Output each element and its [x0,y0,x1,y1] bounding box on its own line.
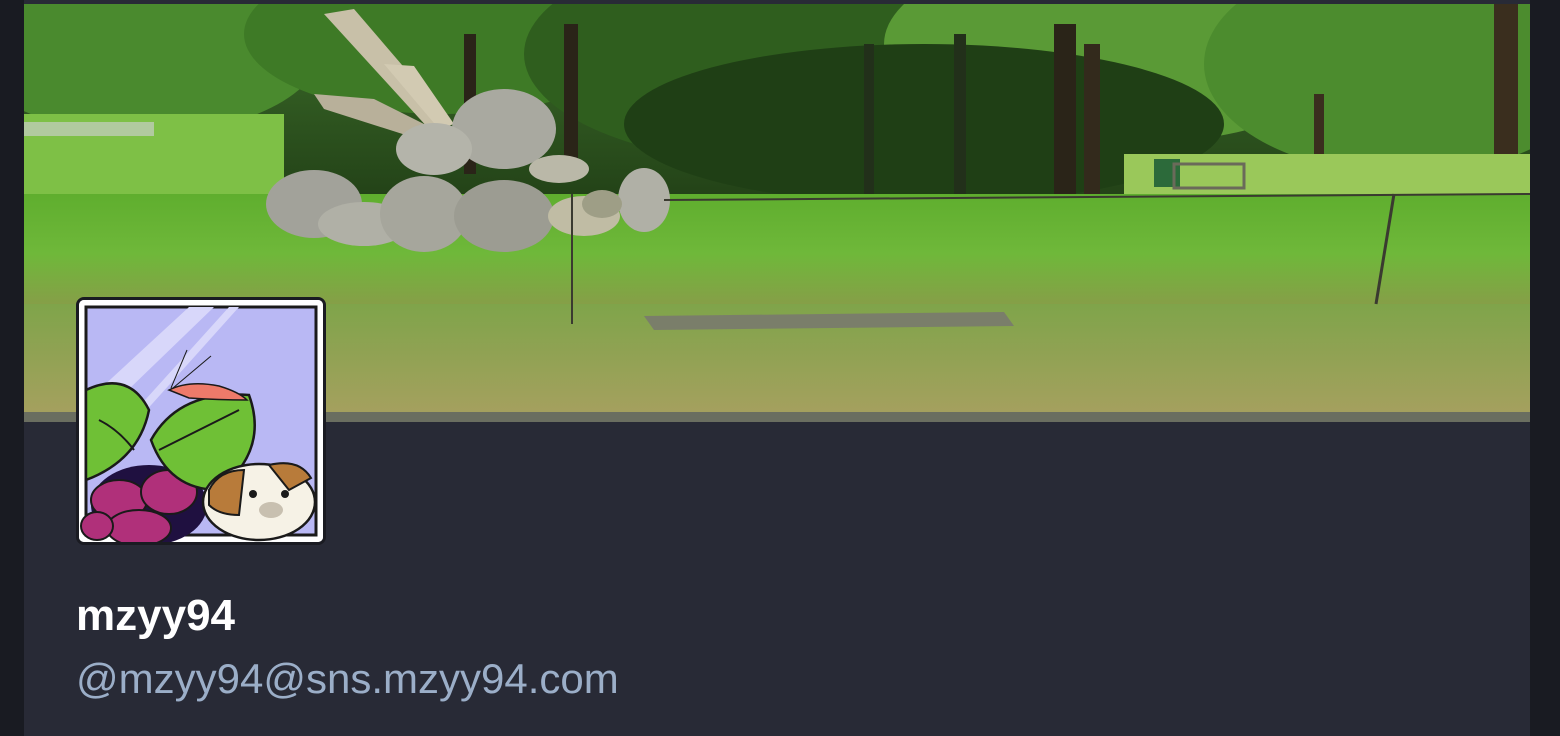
account-handle: @mzyy94@sns.mzyy94.com [76,655,619,702]
avatar-illustration [79,300,323,542]
profile-avatar[interactable] [76,297,326,545]
display-name: mzyy94 [76,591,236,640]
profile-card: mzyy94 @mzyy94@sns.mzyy94.com [24,0,1530,736]
